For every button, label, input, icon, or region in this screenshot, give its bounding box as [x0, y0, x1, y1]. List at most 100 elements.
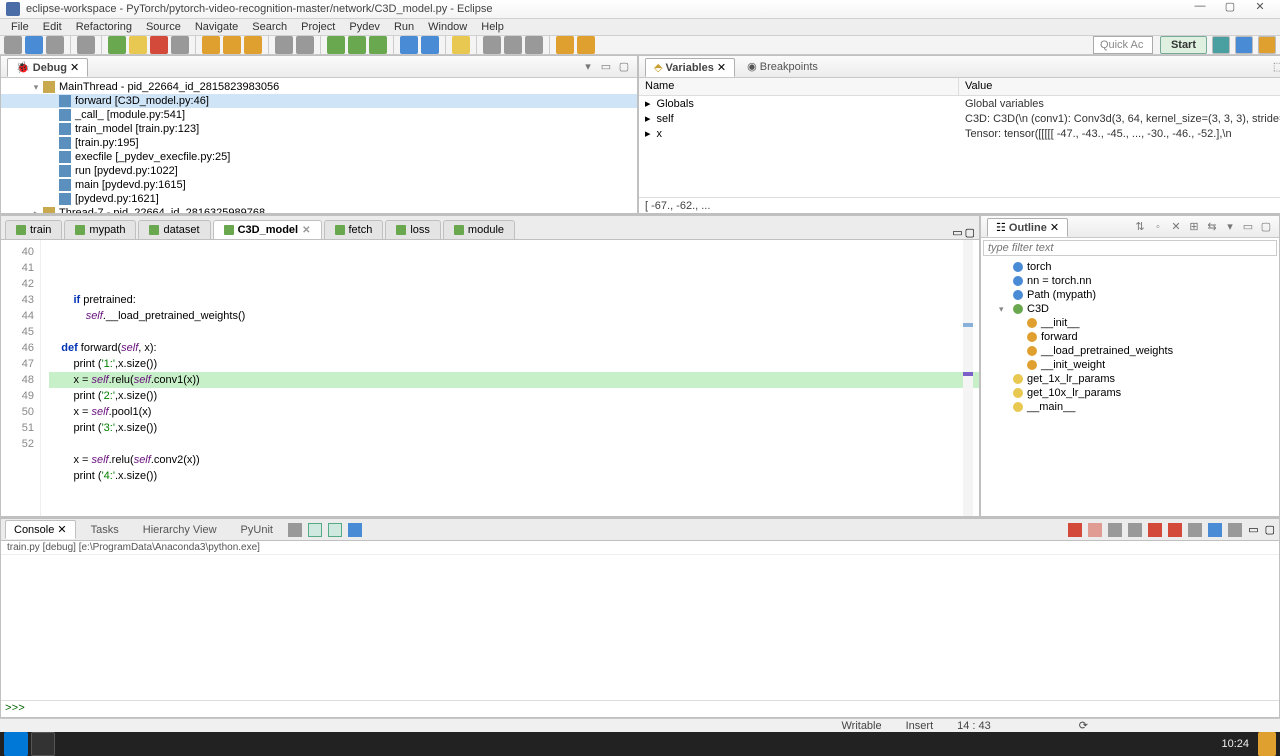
code-line[interactable]: x = self.pool1(x) — [49, 404, 979, 420]
terminate-all-icon[interactable] — [1088, 523, 1102, 537]
variable-row[interactable]: ▸GlobalsGlobal variables — [639, 96, 1280, 111]
console-output[interactable] — [1, 555, 1279, 700]
disconnect-icon[interactable] — [171, 36, 189, 54]
terminate-console-icon[interactable] — [1068, 523, 1082, 537]
menu-run[interactable]: Run — [387, 19, 421, 35]
code-line[interactable]: if pretrained: — [49, 292, 979, 308]
stack-frame[interactable]: ▸Thread-7 - pid_22664_id_2816325989768 — [1, 206, 637, 213]
variables-tree[interactable]: ▸GlobalsGlobal variables▸selfC3D: C3D(\n… — [639, 96, 1280, 197]
step-return-icon[interactable] — [244, 36, 262, 54]
code-line[interactable]: print ('4:'.x.size()) — [49, 468, 979, 484]
menu-project[interactable]: Project — [294, 19, 342, 35]
quick-access-input[interactable] — [1093, 36, 1153, 54]
suspend-icon[interactable] — [129, 36, 147, 54]
code-line[interactable]: print ('2:',x.size()) — [49, 388, 979, 404]
sort-icon[interactable]: ⇅ — [1133, 220, 1147, 234]
close-button[interactable]: ✕ — [1246, 0, 1274, 18]
maximize-panel-icon[interactable]: ▢ — [1259, 220, 1273, 234]
stack-frame[interactable]: ▾MainThread - pid_22664_id_2815823983056 — [1, 80, 637, 94]
col-name[interactable]: Name — [639, 78, 959, 95]
editor-tab-train[interactable]: train — [5, 220, 62, 239]
debug-dropdown-icon[interactable] — [327, 36, 345, 54]
editor-maximize-icon[interactable]: ▢ — [965, 226, 975, 239]
editor-tab-fetch[interactable]: fetch — [324, 220, 384, 239]
menu-edit[interactable]: Edit — [36, 19, 69, 35]
new-icon[interactable] — [4, 36, 22, 54]
code-line[interactable] — [49, 276, 979, 292]
breakpoints-tab[interactable]: ◉ Breakpoints — [739, 58, 826, 75]
console-prompt[interactable]: >>> — [1, 700, 1279, 717]
editor-tab-dataset[interactable]: dataset — [138, 220, 210, 239]
remove-all-icon[interactable] — [1128, 523, 1142, 537]
run-last-icon[interactable] — [369, 36, 387, 54]
menu-pydev[interactable]: Pydev — [342, 19, 387, 35]
outline-item[interactable]: nn = torch.nn — [985, 274, 1275, 288]
hide-nonpublic-icon[interactable]: ⊞ — [1187, 220, 1201, 234]
show-console-on-err-icon[interactable] — [308, 523, 322, 537]
variables-tab[interactable]: ⬘ Variables ✕ — [645, 58, 735, 77]
task-view-icon[interactable] — [31, 732, 55, 756]
pin-console-icon[interactable] — [1208, 523, 1222, 537]
code-line[interactable]: def forward(self, x): — [49, 340, 979, 356]
display-console-icon[interactable] — [348, 523, 362, 537]
console-tab-hierarchy-view[interactable]: Hierarchy View — [134, 521, 226, 539]
stack-frame[interactable]: [train.py:195] — [1, 136, 637, 150]
console-tab-pyunit[interactable]: PyUnit — [232, 521, 282, 539]
start-button[interactable]: Start — [1160, 36, 1207, 54]
run-dropdown-icon[interactable] — [348, 36, 366, 54]
outline-item[interactable]: __init_weight — [985, 358, 1275, 372]
outline-item[interactable]: get_1x_lr_params — [985, 372, 1275, 386]
code-line[interactable]: x = self.relu(self.conv2(x)) — [49, 452, 979, 468]
show-console-on-out-icon[interactable] — [328, 523, 342, 537]
debug-stack-tree[interactable]: ▾MainThread - pid_22664_id_2815823983056… — [1, 78, 637, 213]
forward-icon[interactable] — [577, 36, 595, 54]
skip-breakpoints-icon[interactable] — [77, 36, 95, 54]
stack-frame[interactable]: [pydevd.py:1621] — [1, 192, 637, 206]
notification-icon[interactable] — [1258, 732, 1276, 756]
open-console-icon[interactable] — [288, 523, 302, 537]
code-line[interactable]: self.__load_pretrained_weights() — [49, 308, 979, 324]
editor-tab-mypath[interactable]: mypath — [64, 220, 136, 239]
minimize-panel-icon[interactable]: ▭ — [1248, 523, 1258, 536]
maximize-button[interactable]: ▢ — [1216, 0, 1244, 18]
perspective-java-icon[interactable] — [1258, 36, 1276, 54]
stack-frame[interactable]: train_model [train.py:123] — [1, 122, 637, 136]
remove-launch-icon[interactable] — [1108, 523, 1122, 537]
code-line[interactable] — [49, 436, 979, 452]
hide-static-icon[interactable]: ✕ — [1169, 220, 1183, 234]
outline-item[interactable]: torch — [985, 260, 1275, 274]
start-menu-icon[interactable] — [4, 732, 28, 756]
code-line[interactable]: print ('1:',x.size()) — [49, 356, 979, 372]
stack-frame[interactable]: run [pydevd.py:1022] — [1, 164, 637, 178]
search-icon[interactable] — [452, 36, 470, 54]
menu-search[interactable]: Search — [245, 19, 294, 35]
debug-view-menu-icon[interactable]: ▾ — [581, 60, 595, 74]
console-view-menu-icon[interactable] — [1228, 523, 1242, 537]
col-value[interactable]: Value — [959, 78, 1280, 95]
console-tab-console[interactable]: Console ✕ — [5, 520, 76, 539]
menu-refactoring[interactable]: Refactoring — [69, 19, 139, 35]
menu-navigate[interactable]: Navigate — [188, 19, 245, 35]
outline-item[interactable]: ▾C3D — [985, 302, 1275, 316]
menu-window[interactable]: Window — [421, 19, 474, 35]
menu-help[interactable]: Help — [474, 19, 511, 35]
next-annotation-icon[interactable] — [504, 36, 522, 54]
stack-frame[interactable]: _call_ [module.py:541] — [1, 108, 637, 122]
save-all-icon[interactable] — [46, 36, 64, 54]
step-into-icon[interactable] — [202, 36, 220, 54]
new-class-icon[interactable] — [400, 36, 418, 54]
debug-tab[interactable]: 🐞 Debug ✕ — [7, 58, 88, 77]
perspective-pydev-icon[interactable] — [1235, 36, 1253, 54]
minimize-panel-icon[interactable]: ▭ — [599, 60, 613, 74]
outline-item[interactable]: __init__ — [985, 316, 1275, 330]
console-tab-tasks[interactable]: Tasks — [82, 521, 128, 539]
word-wrap-icon[interactable] — [1188, 523, 1202, 537]
system-clock[interactable]: 10:24 — [1221, 739, 1255, 750]
perspective-debug-icon[interactable] — [1212, 36, 1230, 54]
use-step-filters-icon[interactable] — [296, 36, 314, 54]
outline-item[interactable]: forward — [985, 330, 1275, 344]
outline-item[interactable]: __main__ — [985, 400, 1275, 414]
overview-ruler[interactable] — [963, 240, 973, 516]
drop-frame-icon[interactable] — [275, 36, 293, 54]
clear-console-icon[interactable] — [1148, 523, 1162, 537]
